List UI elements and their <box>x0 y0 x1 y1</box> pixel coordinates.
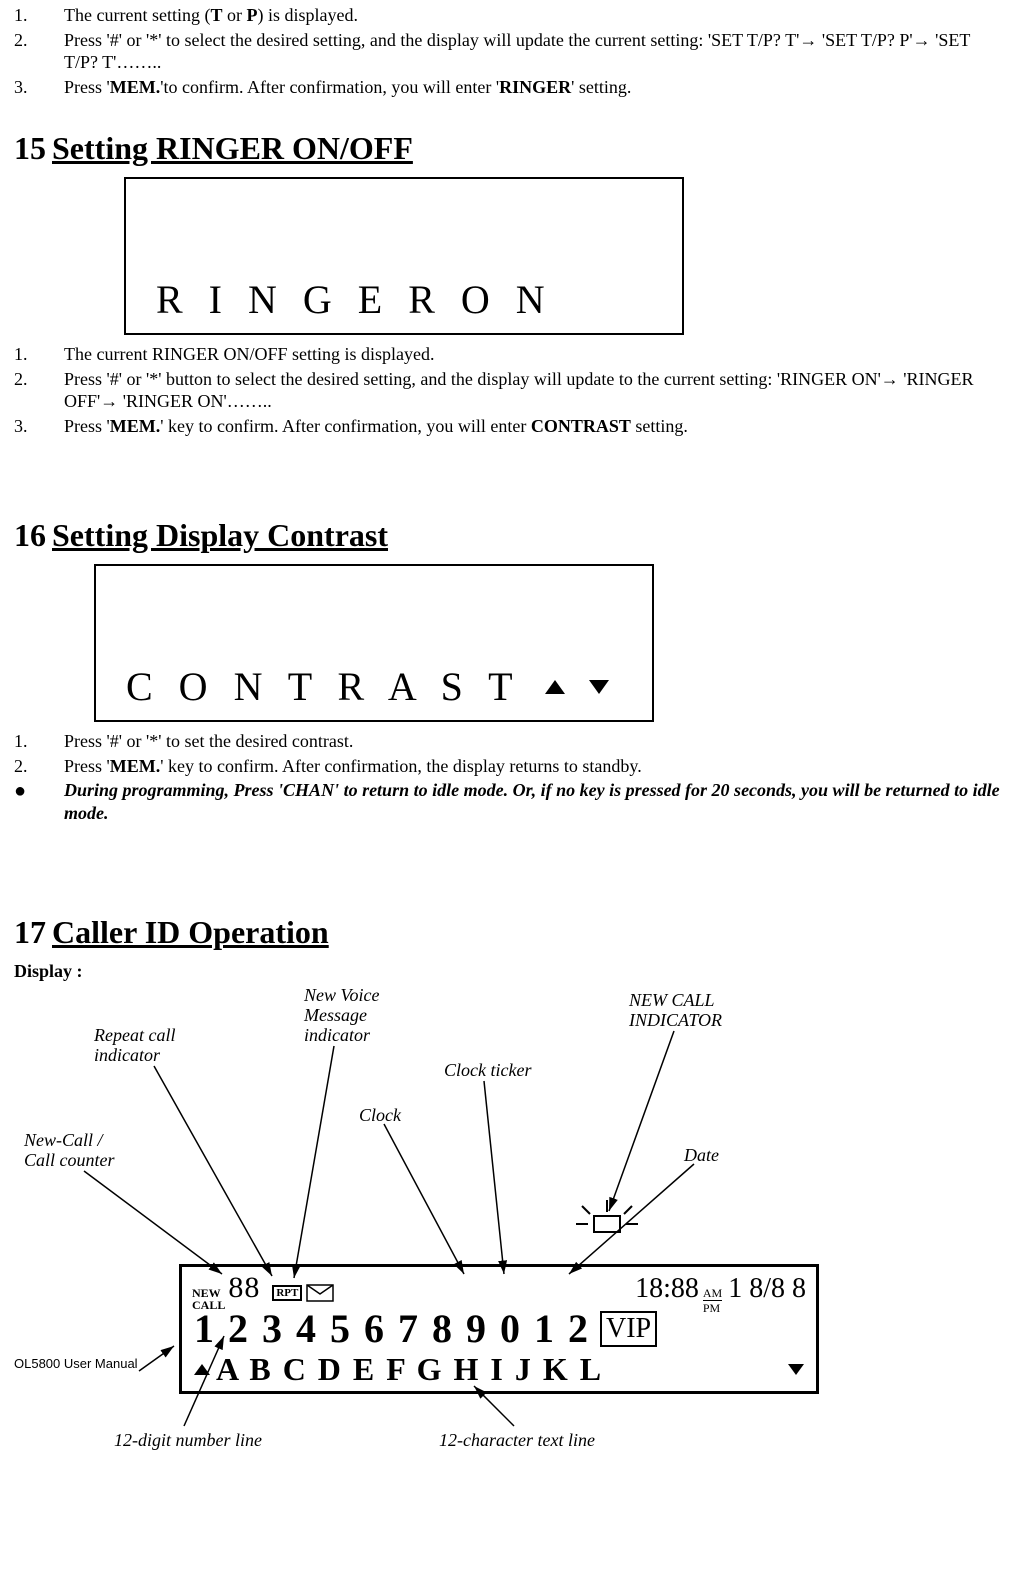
triangle-up-small-icon <box>194 1364 210 1375</box>
caller-id-diagram: New Voice Message indicator Repeat call … <box>14 986 974 1446</box>
lcd-row-2: 1 2 3 4 5 6 7 8 9 0 1 2 VIP <box>194 1305 810 1352</box>
lcd-ringer-text: R I N G E R O N <box>156 276 553 323</box>
triangle-down-small-icon <box>788 1364 804 1375</box>
triangle-down-icon <box>589 680 609 694</box>
text-line: A B C D E F G H I J K L <box>216 1351 788 1388</box>
lcd-contrast: C O N T R A S T <box>94 564 654 722</box>
intro-item-1: 1. The current setting (T or P) is displ… <box>14 4 1004 27</box>
number-line: 1 2 3 4 5 6 7 8 9 0 1 2 <box>194 1305 590 1352</box>
lcd-ringer: R I N G E R O N <box>124 177 684 335</box>
s15-item-3: 3. Press 'MEM.' key to confirm. After co… <box>14 415 1004 438</box>
heading-17: 17Caller ID Operation <box>14 914 1004 951</box>
s16-note: ● During programming, Press 'CHAN' to re… <box>14 779 1004 824</box>
heading-16: 16Setting Display Contrast <box>14 517 1004 554</box>
date-value: 1 8/8 8 <box>728 1273 806 1305</box>
s16-item-2: 2. Press 'MEM.' key to confirm. After co… <box>14 755 1004 778</box>
lcd-row-3: A B C D E F G H I J K L <box>194 1351 804 1388</box>
lcd-contrast-text: C O N T R A S T <box>126 663 609 710</box>
rpt-indicator: RPT <box>272 1285 302 1301</box>
intro-item-2: 2. Press '#' or '*' to select the desire… <box>14 29 1004 74</box>
s16-list: 1. Press '#' or '*' to set the desired c… <box>14 730 1004 777</box>
triangle-up-icon <box>545 680 565 694</box>
vip-indicator: VIP <box>600 1311 657 1347</box>
intro-list: 1. The current setting (T or P) is displ… <box>14 4 1004 98</box>
s15-list: 1. The current RINGER ON/OFF setting is … <box>14 343 1004 437</box>
call-counter: 88 <box>228 1271 260 1305</box>
envelope-icon <box>306 1284 334 1302</box>
s15-item-2: 2. Press '#' or '*' button to select the… <box>14 368 1004 413</box>
heading-15: 15Setting RINGER ON/OFF <box>14 130 1004 167</box>
s16-item-1: 1. Press '#' or '*' to set the desired c… <box>14 730 1004 753</box>
intro-item-3: 3. Press 'MEM.'to confirm. After confirm… <box>14 76 1004 99</box>
s15-item-1: 1. The current RINGER ON/OFF setting is … <box>14 343 1004 366</box>
caller-id-lcd: NEW CALL 88 RPT 18:88 AM PM 1 8/8 8 1 2 … <box>179 1264 819 1394</box>
bullet-icon: ● <box>14 779 64 824</box>
display-label: Display : <box>14 961 1004 982</box>
clock-value: 18:88 <box>635 1273 699 1305</box>
